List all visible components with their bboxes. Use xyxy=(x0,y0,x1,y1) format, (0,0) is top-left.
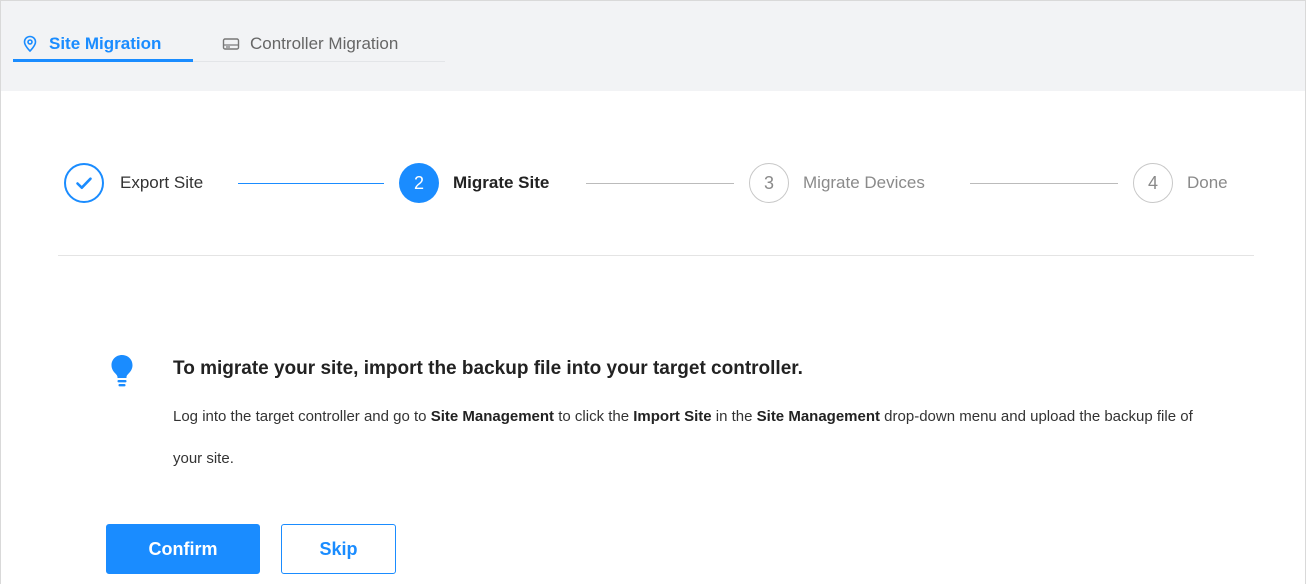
confirm-button[interactable]: Confirm xyxy=(106,524,260,574)
controller-icon xyxy=(222,35,240,53)
step-connector-1 xyxy=(238,183,384,184)
tip-text-2: to click the xyxy=(554,408,634,425)
tip-bold-site-management-2: Site Management xyxy=(756,408,881,425)
tab-controller-migration[interactable]: Controller Migration xyxy=(222,31,398,57)
tip-description: Log into the target controller and go to… xyxy=(173,396,1203,480)
tip-text-3: in the xyxy=(711,408,757,425)
tip-text-1: Log into the target controller and go to xyxy=(173,408,431,425)
tab-controller-migration-label: Controller Migration xyxy=(250,34,399,53)
step-connector-3 xyxy=(970,183,1118,184)
step-1-circle xyxy=(64,163,104,203)
tab-site-migration-label: Site Migration xyxy=(49,34,162,53)
skip-button[interactable]: Skip xyxy=(281,524,396,574)
tip-title: To migrate your site, import the backup … xyxy=(173,358,803,379)
step-4-circle: 4 xyxy=(1133,163,1173,203)
tab-active-indicator xyxy=(13,59,193,62)
tip-bold-import-site: Import Site xyxy=(633,408,712,425)
step-connector-2 xyxy=(586,183,734,184)
checkmark-icon xyxy=(76,177,92,189)
step-3-circle: 3 xyxy=(749,163,789,203)
migration-stepper: Export Site 2 Migrate Site 3 Migrate Dev… xyxy=(0,160,1306,210)
step-4-label: Done xyxy=(1187,173,1228,192)
step-2-label: Migrate Site xyxy=(453,173,550,192)
tip-bold-site-management: Site Management xyxy=(430,408,555,425)
step-3-label: Migrate Devices xyxy=(803,173,925,192)
step-1-label: Export Site xyxy=(120,173,204,192)
stepper-divider xyxy=(58,255,1254,256)
tab-bar: Site Migration Controller Migration xyxy=(1,1,1305,91)
step-2-circle: 2 xyxy=(399,163,439,203)
tab-site-migration[interactable]: Site Migration xyxy=(21,31,161,57)
location-pin-icon xyxy=(21,35,39,53)
lightbulb-icon xyxy=(110,354,134,388)
